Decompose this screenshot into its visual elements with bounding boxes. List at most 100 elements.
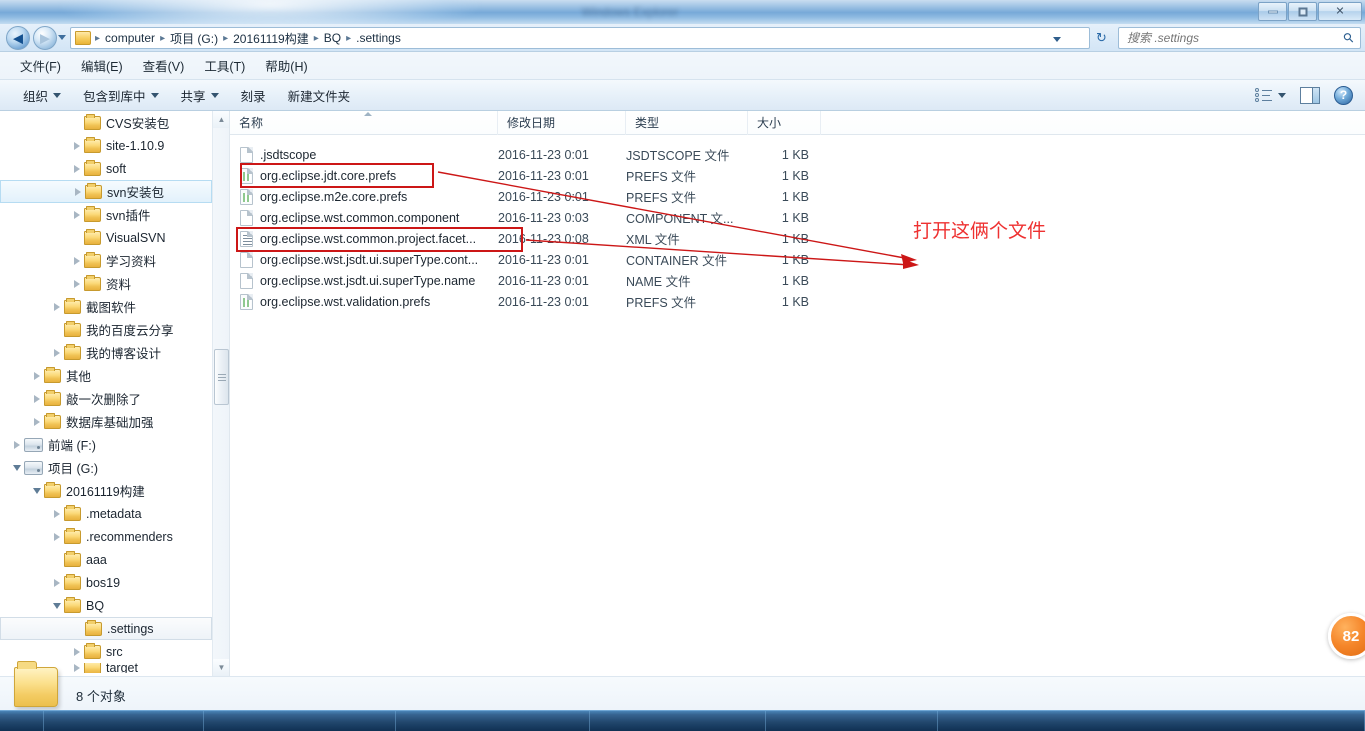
column-header-name[interactable]: 名称 xyxy=(230,110,498,135)
menu-item-view[interactable]: 查看(V) xyxy=(133,56,195,75)
forward-button[interactable]: ▶ xyxy=(33,26,57,50)
toolbar-share[interactable]: 共享 xyxy=(170,86,230,105)
scrollbar-thumb[interactable] xyxy=(214,349,229,405)
close-button[interactable]: ✕ xyxy=(1318,2,1362,21)
twisty-collapsed-icon[interactable] xyxy=(50,348,64,357)
breadcrumb[interactable]: ▸ computer ▸ 项目 (G:) ▸ 20161119构建 ▸ BQ ▸… xyxy=(70,27,1090,49)
breadcrumb-item-3[interactable]: BQ xyxy=(321,31,344,45)
twisty-collapsed-icon[interactable] xyxy=(50,302,64,311)
twisty-collapsed-icon[interactable] xyxy=(30,417,44,426)
breadcrumb-item-4[interactable]: .settings xyxy=(353,31,404,45)
table-row[interactable]: org.eclipse.wst.validation.prefs 2016-11-… xyxy=(230,291,1365,312)
tree-item-数据库基础加强[interactable]: 数据库基础加强 xyxy=(0,410,212,433)
tree-item-src[interactable]: src xyxy=(0,640,212,663)
tree-item-.recommenders[interactable]: .recommenders xyxy=(0,525,212,548)
tree-item-soft[interactable]: soft xyxy=(0,157,212,180)
help-icon[interactable]: ? xyxy=(1334,85,1353,105)
breadcrumb-item-1[interactable]: 项目 (G:) xyxy=(167,30,221,47)
view-options-button[interactable] xyxy=(1255,87,1286,103)
menu-item-file[interactable]: 文件(F) xyxy=(10,56,71,75)
back-button[interactable]: ◀ xyxy=(6,26,30,50)
toolbar-burn[interactable]: 刻录 xyxy=(230,86,277,105)
column-header-type[interactable]: 类型 xyxy=(626,110,748,135)
taskbar-item[interactable] xyxy=(204,711,396,731)
twisty-collapsed-icon[interactable] xyxy=(70,647,84,656)
tree-item-BQ[interactable]: BQ xyxy=(0,594,212,617)
tree-item-aaa[interactable]: aaa xyxy=(0,548,212,571)
scroll-up-button[interactable]: ▲ xyxy=(213,111,230,128)
breadcrumb-item-2[interactable]: 20161119构建 xyxy=(230,30,312,47)
navigation-scrollbar[interactable]: ▲ ▼ xyxy=(212,111,230,676)
tree-item-svn插件[interactable]: svn插件 xyxy=(0,203,212,226)
taskbar-start-button[interactable] xyxy=(0,711,44,731)
twisty-collapsed-icon[interactable] xyxy=(50,532,64,541)
column-header-date[interactable]: 修改日期 xyxy=(498,110,626,135)
tree-item-VisualSVN[interactable]: VisualSVN xyxy=(0,226,212,249)
taskbar-item[interactable] xyxy=(766,711,938,731)
twisty-collapsed-icon[interactable] xyxy=(30,394,44,403)
table-row[interactable]: org.eclipse.m2e.core.prefs 2016-11-23 0:0… xyxy=(230,186,1365,207)
history-dropdown-icon[interactable] xyxy=(58,35,66,40)
minimize-button[interactable] xyxy=(1258,2,1287,21)
menu-item-tools[interactable]: 工具(T) xyxy=(194,56,255,75)
tree-item-20161119构建[interactable]: 20161119构建 xyxy=(0,479,212,502)
twisty-collapsed-icon[interactable] xyxy=(70,210,84,219)
tree-item-敲一次删除了[interactable]: 敲一次删除了 xyxy=(0,387,212,410)
twisty-collapsed-icon[interactable] xyxy=(10,440,24,449)
navigation-pane[interactable]: CVS安装包 site-1.10.9 soft svn安装包 svn插件 VisualSV… xyxy=(0,111,212,676)
tree-item-学习资料[interactable]: 学习资料 xyxy=(0,249,212,272)
preview-pane-icon[interactable] xyxy=(1300,86,1320,104)
taskbar[interactable] xyxy=(0,710,1365,731)
toolbar-organize[interactable]: 组织 xyxy=(12,86,72,105)
table-row[interactable]: org.eclipse.jdt.core.prefs 2016-11-23 0:0… xyxy=(230,165,1365,186)
taskbar-item[interactable] xyxy=(44,711,204,731)
table-row[interactable]: org.eclipse.wst.common.component 2016-11-… xyxy=(230,207,1365,228)
tree-item-我的百度云分享[interactable]: 我的百度云分享 xyxy=(0,318,212,341)
scroll-down-button[interactable]: ▼ xyxy=(213,659,230,676)
tree-item-svn安装包[interactable]: svn安装包 xyxy=(0,180,212,203)
breadcrumb-item-0[interactable]: computer xyxy=(102,31,158,45)
tree-item-项目 (G:)[interactable]: 项目 (G:) xyxy=(0,456,212,479)
taskbar-item[interactable] xyxy=(938,711,1365,731)
restore-button[interactable] xyxy=(1288,2,1317,21)
twisty-collapsed-icon[interactable] xyxy=(50,509,64,518)
tree-item-.metadata[interactable]: .metadata xyxy=(0,502,212,525)
twisty-expanded-icon[interactable] xyxy=(30,487,44,494)
tree-item-CVS安装包[interactable]: CVS安装包 xyxy=(0,111,212,134)
file-list-pane[interactable]: 名称 修改日期 类型 大小 .jsdtscope 2016-11-23 0:01 J… xyxy=(230,110,1365,676)
twisty-collapsed-icon[interactable] xyxy=(70,164,84,173)
taskbar-item[interactable] xyxy=(396,711,590,731)
taskbar-item[interactable] xyxy=(590,711,766,731)
tree-item-.settings[interactable]: .settings xyxy=(0,617,212,640)
file-size-cell: 1 KB xyxy=(781,252,809,267)
table-row[interactable]: .jsdtscope 2016-11-23 0:01 JSDTSCOPE 文件 1 K… xyxy=(230,144,1365,165)
table-row[interactable]: org.eclipse.wst.jsdt.ui.superType.cont..… xyxy=(230,249,1365,270)
tree-item-bos19[interactable]: bos19 xyxy=(0,571,212,594)
twisty-expanded-icon[interactable] xyxy=(50,602,64,609)
chevron-down-icon xyxy=(150,92,159,98)
tree-item-截图软件[interactable]: 截图软件 xyxy=(0,295,212,318)
chevron-down-icon[interactable] xyxy=(1053,37,1061,42)
search-box[interactable]: ⚲ xyxy=(1118,27,1361,49)
tree-item-前端 (F:)[interactable]: 前端 (F:) xyxy=(0,433,212,456)
twisty-collapsed-icon[interactable] xyxy=(71,187,85,196)
twisty-collapsed-icon[interactable] xyxy=(70,279,84,288)
tree-item-资料[interactable]: 资料 xyxy=(0,272,212,295)
twisty-collapsed-icon[interactable] xyxy=(70,256,84,265)
twisty-expanded-icon[interactable] xyxy=(10,464,24,471)
tree-item-其他[interactable]: 其他 xyxy=(0,364,212,387)
menu-item-help[interactable]: 帮助(H) xyxy=(255,56,317,75)
twisty-collapsed-icon[interactable] xyxy=(70,141,84,150)
twisty-collapsed-icon[interactable] xyxy=(50,578,64,587)
tree-item-site-1.10.9[interactable]: site-1.10.9 xyxy=(0,134,212,157)
twisty-collapsed-icon[interactable] xyxy=(70,664,84,672)
table-row[interactable]: org.eclipse.wst.jsdt.ui.superType.name 20… xyxy=(230,270,1365,291)
tree-item-我的博客设计[interactable]: 我的博客设计 xyxy=(0,341,212,364)
search-input[interactable] xyxy=(1125,30,1335,46)
toolbar-include-in-library[interactable]: 包含到库中 xyxy=(72,86,170,105)
toolbar-new-folder[interactable]: 新建文件夹 xyxy=(277,86,362,105)
twisty-collapsed-icon[interactable] xyxy=(30,371,44,380)
menu-item-edit[interactable]: 编辑(E) xyxy=(71,56,133,75)
table-row[interactable]: org.eclipse.wst.common.project.facet... 2… xyxy=(230,228,1365,249)
column-header-size[interactable]: 大小 xyxy=(748,110,821,135)
